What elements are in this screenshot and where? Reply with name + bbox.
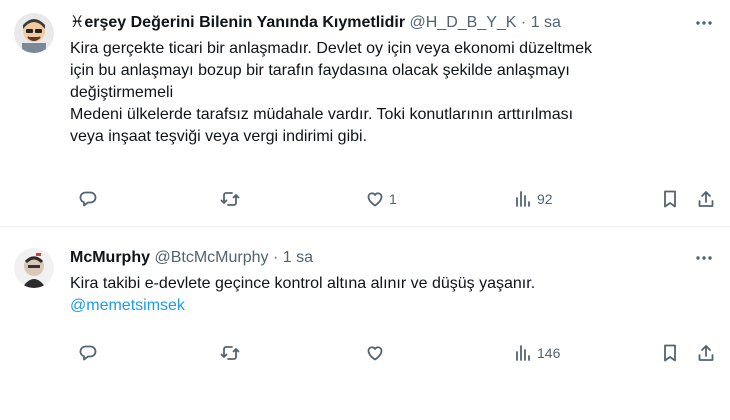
reply-button[interactable] (78, 187, 102, 211)
avatar[interactable] (14, 248, 54, 288)
tweet[interactable]: ♓erşey Değerini Bilenin Yanında Kıymetli… (0, 0, 730, 226)
more-icon[interactable] (692, 248, 716, 268)
bookmark-button[interactable] (660, 341, 680, 365)
action-bar: 1 92 (70, 187, 720, 211)
tweet[interactable]: McMurphy @BtcMcMurphy · 1 sa Kira takibi… (0, 227, 730, 420)
display-name[interactable]: ♓erşey Değerini Bilenin Yanında Kıymetli… (70, 14, 405, 31)
display-name[interactable]: McMurphy (70, 249, 150, 266)
like-button[interactable] (365, 341, 389, 365)
tweet-text-line: Kira takibi e-devlete geçince kontrol al… (70, 275, 536, 292)
timestamp[interactable]: 1 sa (283, 249, 313, 266)
reply-icon (79, 345, 97, 361)
tweet-text-line: Kira gerçekte ticari bir anlaşmadır. Dev… (70, 40, 592, 57)
views-icon (516, 191, 530, 207)
action-bar: 146 (70, 341, 720, 365)
tweet-text-line: değiştirmemeli (70, 84, 174, 101)
bookmark-button[interactable] (660, 187, 680, 211)
like-count: 1 (389, 191, 397, 207)
mention-link[interactable]: @memetsimsek (70, 295, 720, 317)
tweet-text-line: için bu anlaşmayı bozup bir tarafın fayd… (70, 62, 570, 79)
retweet-icon (220, 192, 240, 206)
retweet-button[interactable] (220, 341, 244, 365)
like-icon (367, 192, 383, 207)
share-button[interactable] (696, 187, 716, 211)
tweet-text-line: veya inşaat teşviği veya vergi indirimi … (70, 128, 368, 145)
more-icon[interactable] (692, 13, 716, 33)
share-icon (698, 191, 714, 207)
timestamp[interactable]: 1 sa (531, 14, 561, 31)
views-icon (516, 345, 530, 361)
retweet-button[interactable] (220, 187, 244, 211)
separator: · (520, 14, 527, 31)
reply-icon (79, 191, 97, 207)
tweet-text-line: Medeni ülkelerde tarafsız müdahale vardı… (70, 106, 574, 123)
tweet-header: ♓erşey Değerini Bilenin Yanında Kıymetli… (70, 13, 561, 33)
like-icon (367, 346, 383, 361)
avatar[interactable] (14, 13, 54, 53)
like-button[interactable]: 1 (365, 187, 397, 211)
views-button[interactable]: 146 (513, 341, 560, 365)
views-button[interactable]: 92 (513, 187, 553, 211)
share-icon (698, 345, 714, 361)
retweet-icon (220, 346, 240, 360)
tweet-text: Kira gerçekte ticari bir anlaşmadır. Dev… (70, 38, 720, 148)
tweet-text: Kira takibi e-devlete geçince kontrol al… (70, 273, 720, 317)
bookmark-icon (664, 190, 676, 208)
share-button[interactable] (696, 341, 716, 365)
handle[interactable]: @BtcMcMurphy (154, 249, 268, 266)
handle[interactable]: @H_D_B_Y_K (410, 14, 517, 31)
view-count: 146 (537, 345, 561, 361)
bookmark-icon (664, 344, 676, 362)
separator: · (272, 249, 279, 266)
reply-button[interactable] (78, 341, 102, 365)
tweet-header: McMurphy @BtcMcMurphy · 1 sa (70, 248, 313, 268)
view-count: 92 (537, 191, 553, 207)
